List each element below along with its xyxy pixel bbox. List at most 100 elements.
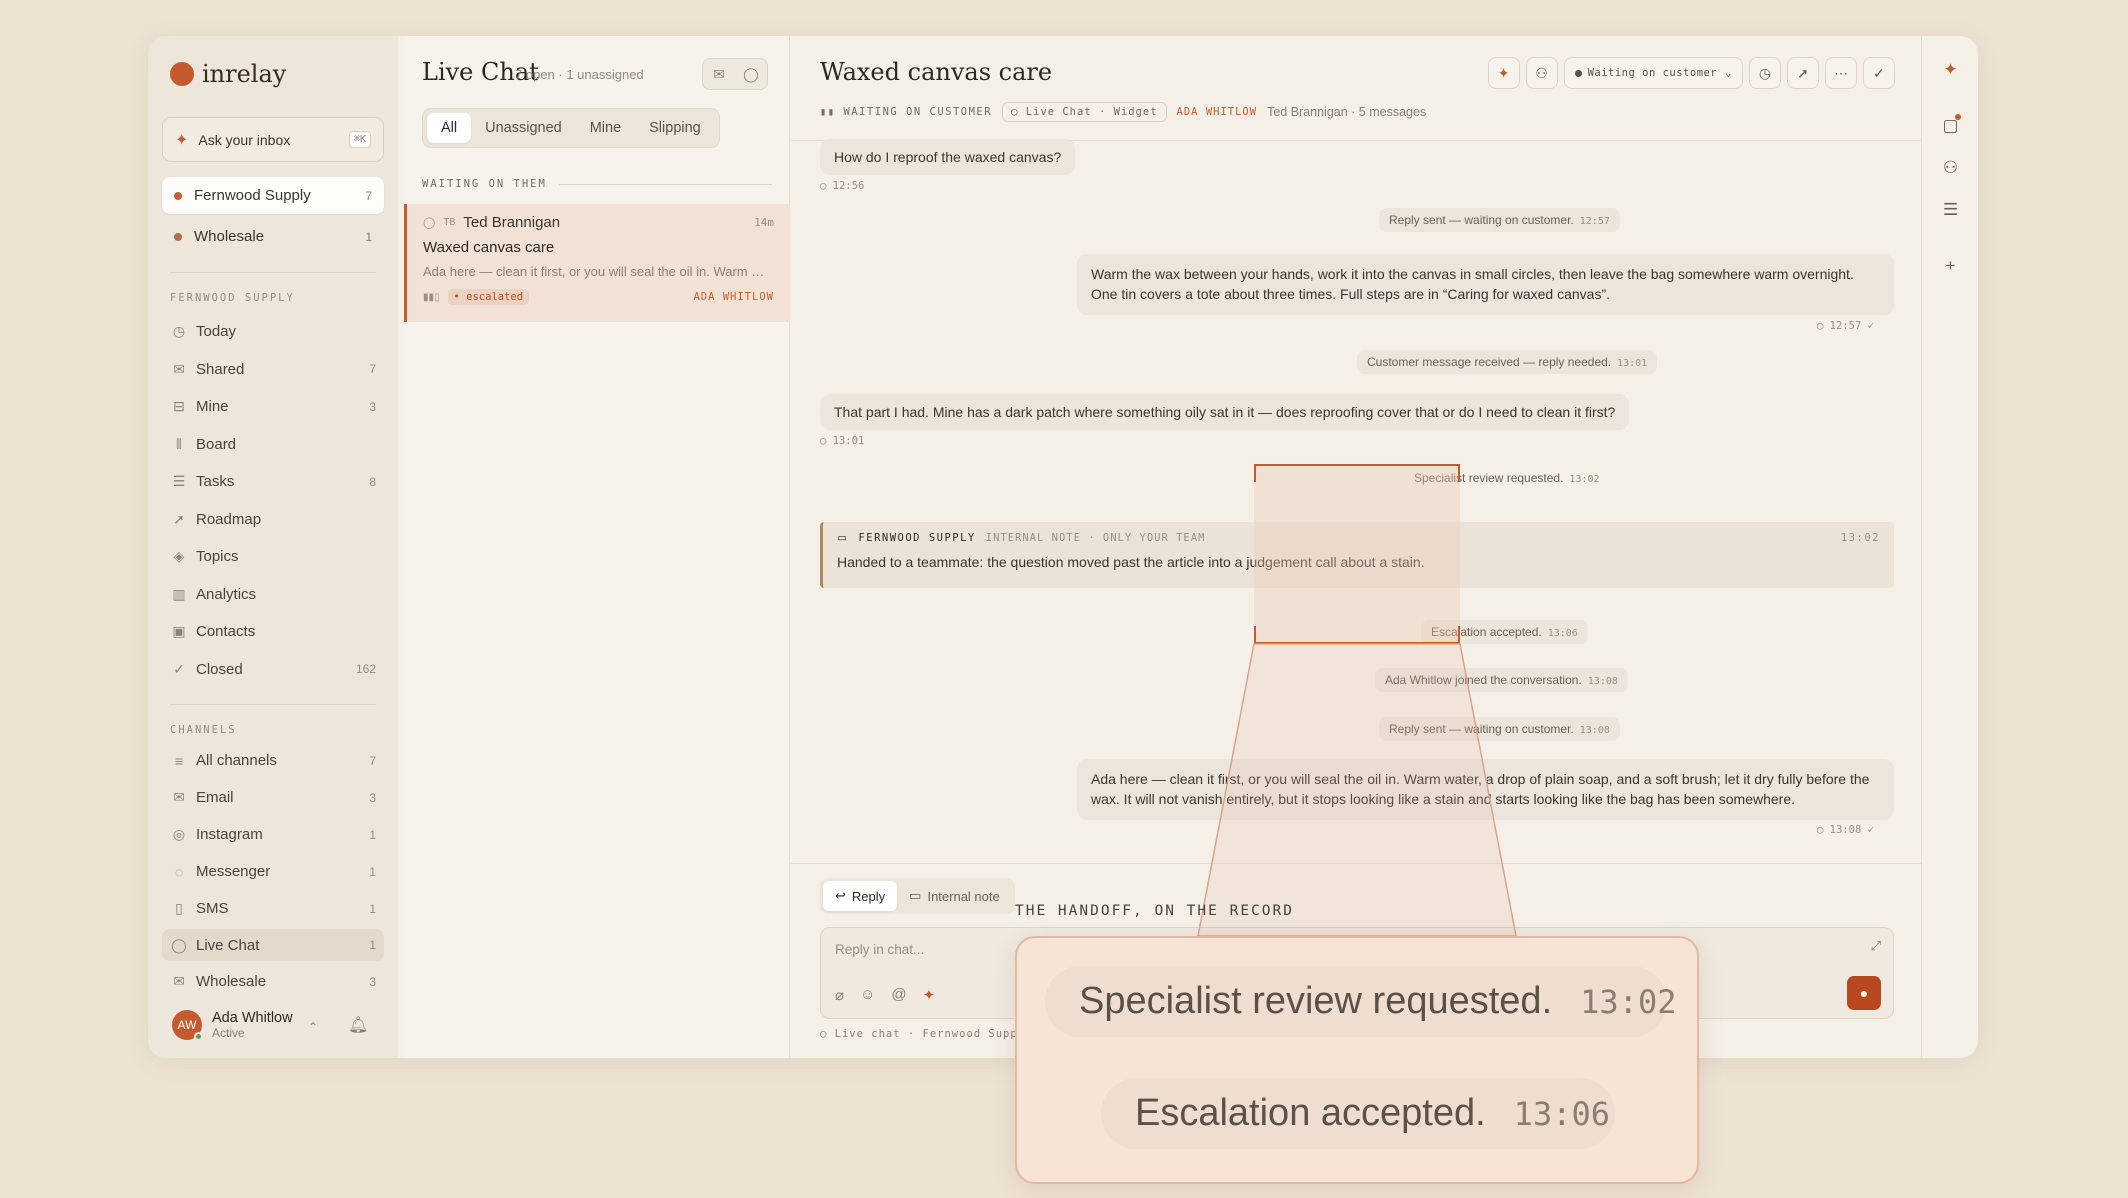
assign-user-button[interactable]: ⚇ (1525, 57, 1558, 89)
expand-icon[interactable]: ⤢ (1871, 938, 1881, 954)
channel-item-all[interactable]: ≡ All channels 7 (162, 742, 384, 779)
message-time-text: 13:01 (832, 435, 865, 447)
channel-count: 1 (369, 901, 376, 916)
tab-slipping[interactable]: Slipping (635, 113, 715, 143)
rocket-icon: ➚ (173, 510, 185, 527)
chevron-up-icon[interactable]: ⌃ (308, 1020, 318, 1034)
conversation-subject: Waxed canvas care (423, 239, 555, 256)
person-icon[interactable]: ⚇ (1922, 158, 1978, 178)
more-button[interactable]: ⋯ (1825, 57, 1857, 89)
compose-email-icon[interactable]: ✉ (703, 59, 735, 89)
brand-name: inrelay (202, 60, 287, 88)
tab-unassigned[interactable]: Unassigned (471, 113, 576, 143)
tab-internal-note[interactable]: ▭ Internal note (897, 881, 1012, 911)
list-meta: 7 open · 1 unassigned (515, 67, 644, 82)
zoomed-event-time: 13:06 (1513, 1094, 1610, 1133)
list-actions: ✉ ◯ (702, 58, 768, 90)
microphone-button[interactable]: ● (1847, 976, 1881, 1010)
zoomed-event-time: 13:02 (1580, 982, 1677, 1021)
shopping-bag-icon[interactable]: ▢ (1922, 116, 1978, 136)
channel-pill[interactable]: ◯ Live Chat · Widget (1002, 102, 1167, 122)
sparkle-icon[interactable]: ✦ (923, 986, 936, 1004)
nav-item-roadmap[interactable]: ➚ Roadmap (162, 501, 384, 539)
contacts-icon: ▣ (172, 623, 186, 640)
chevron-down-icon: ⌄ (1725, 67, 1732, 79)
conversation-age: 14m (754, 216, 774, 229)
rocket-button[interactable]: ➚ (1787, 57, 1819, 89)
inbox-wholesale[interactable]: Wholesale 1 (162, 218, 384, 255)
nav-item-board[interactable]: ⫴ Board (162, 426, 384, 464)
instagram-icon: ◎ (172, 826, 186, 842)
note-org: FERNWOOD SUPPLY (858, 532, 976, 544)
channel-item-instagram[interactable]: ◎ Instagram 1 (162, 816, 384, 853)
ai-assist-button[interactable]: ✦ (1487, 57, 1520, 89)
focus-corner (1254, 626, 1460, 644)
ask-inbox-button[interactable]: ✦ Ask your inbox ⌘K (162, 117, 384, 162)
phone-icon: ▯ (175, 900, 183, 916)
note-icon: ▭ (909, 888, 922, 903)
plus-icon[interactable]: + (1922, 256, 1978, 276)
tasks-icon: ☰ (172, 473, 186, 490)
tab-all[interactable]: All (427, 113, 472, 143)
mail-icon: ✉ (173, 789, 185, 805)
nav-label: Contacts (196, 623, 256, 641)
nav-item-contacts[interactable]: ▣ Contacts (162, 613, 384, 651)
resolve-button[interactable]: ✓ (1863, 57, 1895, 89)
status-dropdown[interactable]: Waiting on customer ⌄ (1563, 57, 1743, 89)
channel-item-wholesale[interactable]: ✉ Wholesale 3 (162, 963, 384, 1000)
assignee-label[interactable]: ADA WHITLOW (1177, 106, 1258, 118)
agent-message: Warm the wax between your hands, work it… (1077, 254, 1894, 315)
nav-item-topics[interactable]: ◈ Topics (162, 538, 384, 576)
logo-icon (170, 62, 194, 86)
sidebar: inrelay ✦ Ask your inbox ⌘K Fernwood Sup… (148, 36, 398, 1058)
zoomed-event: Escalation accepted. 13:06 (1101, 1078, 1615, 1149)
nav-label: Topics (196, 548, 239, 566)
nav-item-shared[interactable]: ✉ Shared 7 (162, 351, 384, 389)
reply-input[interactable]: Reply in chat... (835, 942, 924, 957)
main-nav: ◷ Today ✉ Shared 7 ⊟ Mine 3 ⫴ Board ☰ Tasks 8 ➚ R… (162, 313, 384, 688)
conversation-card[interactable]: ◯ TB Ted Brannigan 14m Waxed canvas care… (404, 204, 790, 322)
mention-icon[interactable]: @ (891, 986, 906, 1004)
channel-item-email[interactable]: ✉ Email 3 (162, 779, 384, 816)
inbox-fernwood-supply[interactable]: Fernwood Supply 7 (162, 177, 384, 214)
brand[interactable]: inrelay (170, 60, 286, 88)
divider (558, 183, 772, 185)
bell-icon[interactable]: 🔔︎ (348, 1015, 368, 1035)
section-title-fernwood: FERNWOOD SUPPLY (170, 292, 295, 304)
composer-tools: ⌀ ☺ @ ✦ (835, 986, 935, 1004)
board-icon: ⫴ (176, 435, 182, 452)
channel-item-messenger[interactable]: ◌ Messenger 1 (162, 853, 384, 890)
new-chat-icon[interactable]: ◯ (735, 59, 767, 89)
inbox-dot-icon (174, 191, 182, 200)
nav-item-mine[interactable]: ⊟ Mine 3 (162, 388, 384, 426)
nav-label: Analytics (196, 585, 257, 603)
tasks-icon[interactable]: ☰ (1922, 200, 1978, 220)
event-time: 13:08 (1587, 676, 1618, 687)
zoomed-event-text: Specialist review requested. (1079, 980, 1553, 1022)
sparkle-icon[interactable]: ✦ (1922, 60, 1978, 80)
chart-icon: ▥ (172, 585, 186, 602)
user-status: Active (212, 1026, 245, 1040)
zoom-callout: Specialist review requested. 13:02 Escal… (1015, 936, 1699, 1184)
user-menu[interactable]: AW Ada Whitlow Active (172, 1010, 293, 1041)
nav-item-today[interactable]: ◷ Today (162, 313, 384, 351)
tag-icon: ◈ (173, 548, 185, 565)
nav-item-analytics[interactable]: ▥ Analytics (162, 576, 384, 614)
status-text: WAITING ON CUSTOMER (843, 106, 993, 118)
snooze-button[interactable]: ◷ (1749, 57, 1781, 89)
nav-item-closed[interactable]: ✓ Closed 162 (162, 651, 384, 689)
chat-icon: ◯ (423, 217, 436, 229)
contact-initials: TB (443, 217, 456, 228)
nav-item-tasks[interactable]: ☰ Tasks 8 (162, 463, 384, 501)
tab-mine[interactable]: Mine (576, 113, 635, 143)
tab-reply[interactable]: ↩ Reply (823, 881, 898, 911)
nav-label: Mine (196, 398, 229, 416)
inbox-count: 7 (365, 188, 372, 203)
channel-item-live-chat[interactable]: ◯ Live Chat 1 (162, 929, 384, 961)
event-text: Reply sent — waiting on customer. (1389, 722, 1574, 736)
user-name: Ada Whitlow (212, 1010, 293, 1026)
conversation-preview: Ada here — clean it first, or you will s… (423, 264, 773, 279)
emoji-icon[interactable]: ☺ (860, 986, 875, 1004)
attach-icon[interactable]: ⌀ (835, 986, 844, 1004)
channel-item-sms[interactable]: ▯ SMS 1 (162, 890, 384, 927)
